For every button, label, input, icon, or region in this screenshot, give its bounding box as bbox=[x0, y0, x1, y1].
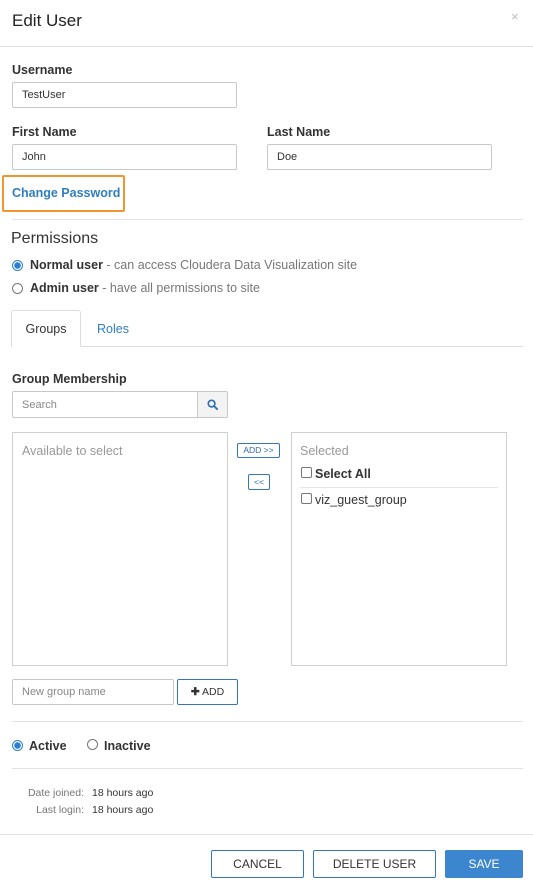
list-item[interactable]: viz_guest_group bbox=[315, 493, 407, 507]
inactive-radio[interactable] bbox=[87, 739, 98, 750]
add-group-label: ADD bbox=[201, 686, 225, 698]
header-divider bbox=[0, 46, 533, 47]
inactive-label[interactable]: Inactive bbox=[104, 739, 151, 753]
search-icon bbox=[207, 399, 218, 410]
available-groups-list[interactable] bbox=[12, 432, 228, 666]
last-name-label: Last Name bbox=[267, 125, 331, 139]
group-item-checkbox[interactable] bbox=[301, 493, 312, 504]
select-all-checkbox[interactable] bbox=[301, 467, 312, 478]
date-joined-value: 18 hours ago bbox=[92, 787, 154, 799]
section-divider bbox=[12, 219, 523, 220]
close-icon[interactable]: × bbox=[511, 9, 519, 24]
tab-roles[interactable]: Roles bbox=[97, 322, 129, 336]
normal-user-desc: - can access Cloudera Data Visualization… bbox=[102, 258, 358, 272]
meta-divider bbox=[12, 768, 523, 769]
username-field[interactable] bbox=[12, 82, 237, 108]
active-label[interactable]: Active bbox=[29, 739, 67, 753]
first-name-label: First Name bbox=[12, 125, 77, 139]
footer-divider bbox=[0, 834, 533, 835]
admin-user-label: Admin user bbox=[30, 281, 99, 295]
save-button[interactable]: SAVE bbox=[445, 850, 523, 878]
active-radio[interactable] bbox=[12, 740, 23, 751]
tab-groups[interactable]: Groups bbox=[11, 310, 81, 347]
normal-user-option[interactable]: Normal user - can access Cloudera Data V… bbox=[30, 258, 357, 272]
first-name-field[interactable] bbox=[12, 144, 237, 170]
admin-user-option[interactable]: Admin user - have all permissions to sit… bbox=[30, 281, 260, 295]
last-login-value: 18 hours ago bbox=[92, 804, 154, 816]
selected-label: Selected bbox=[300, 444, 349, 458]
normal-user-radio[interactable] bbox=[12, 260, 23, 271]
plus-icon: ✚ bbox=[190, 686, 200, 698]
admin-user-desc: - have all permissions to site bbox=[98, 281, 260, 295]
new-group-input[interactable] bbox=[12, 679, 174, 705]
add-group-button[interactable]: ✚ ADD bbox=[177, 679, 238, 705]
add-to-selected-button[interactable]: ADD >> bbox=[237, 443, 280, 458]
select-all-label[interactable]: Select All bbox=[315, 467, 371, 481]
dialog-title: Edit User bbox=[12, 11, 82, 30]
username-label: Username bbox=[12, 63, 73, 77]
permissions-title: Permissions bbox=[11, 230, 99, 247]
available-label: Available to select bbox=[22, 444, 123, 458]
selected-list-divider bbox=[300, 487, 498, 488]
admin-user-radio[interactable] bbox=[12, 283, 23, 294]
group-membership-label: Group Membership bbox=[12, 372, 127, 386]
tabs-divider bbox=[11, 346, 523, 347]
group-search-button[interactable] bbox=[197, 391, 228, 418]
group-search-input[interactable] bbox=[12, 391, 198, 418]
last-login-label: Last login: bbox=[36, 804, 84, 816]
last-name-field[interactable] bbox=[267, 144, 492, 170]
delete-user-button[interactable]: DELETE USER bbox=[313, 850, 436, 878]
remove-from-selected-button[interactable]: << bbox=[248, 474, 270, 490]
cancel-button[interactable]: CANCEL bbox=[211, 850, 304, 878]
date-joined-label: Date joined: bbox=[27, 787, 84, 799]
change-password-link[interactable]: Change Password bbox=[12, 186, 120, 200]
status-divider bbox=[12, 721, 523, 722]
normal-user-label: Normal user bbox=[30, 258, 103, 272]
